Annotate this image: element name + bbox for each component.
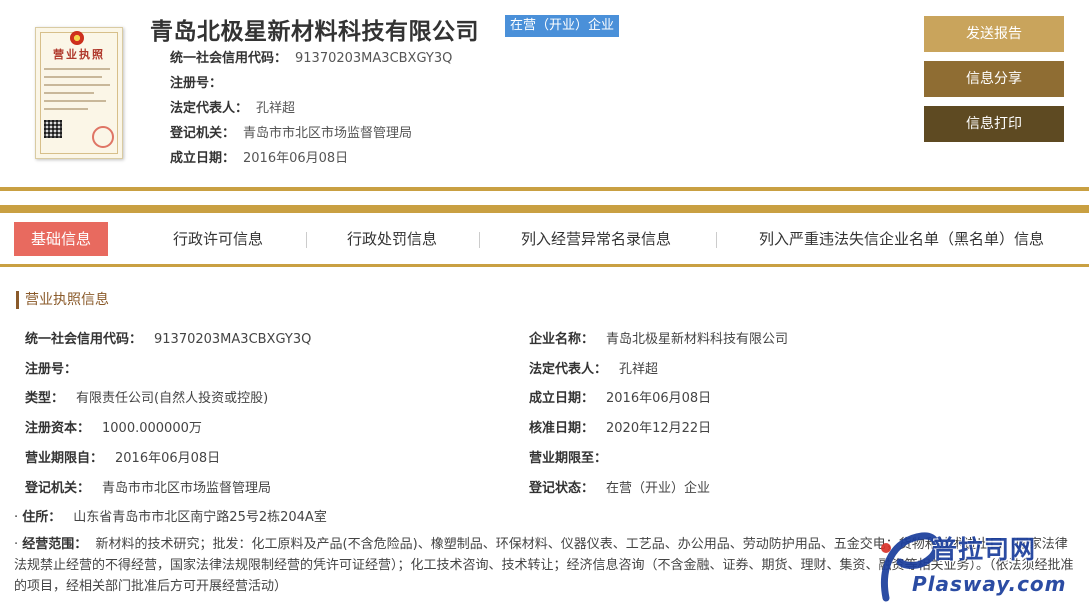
print-info-button[interactable]: 信息打印 [924,106,1064,142]
tabs-underline [0,264,1089,267]
header-credit-code-row: 统一社会信用代码： 91370203MA3CBXGY3Q [170,51,453,66]
field-term-from: 营业期限自： 2016年06月08日 [25,451,221,466]
header-legal-rep-row: 法定代表人： 孔祥超 [170,101,296,116]
watermark-url: Plasway.com [912,572,1067,596]
qr-code-icon [44,120,62,138]
license-thumbnail-title: 营业执照 [53,48,105,61]
tab-blacklist[interactable]: 列入严重违法失信企业名单（黑名单）信息 [759,222,1044,256]
header-reg-authority-row: 登记机关： 青岛市市北区市场监督管理局 [170,126,413,141]
header-reg-number-row: 注册号： [170,76,223,91]
company-header: 营业执照 青岛北极星新材料科技有限公司 在营（开业）企业 统一社会信用代码： 91… [0,0,1089,185]
tab-admin-penalty[interactable]: 行政处罚信息 [347,222,437,256]
watermark-logo-text: 普拉司网 [932,535,1037,564]
company-name: 青岛北极星新材料科技有限公司 [150,19,479,45]
header-established-row: 成立日期： 2016年06月08日 [170,151,349,166]
info-tabs: 基础信息 行政许可信息 行政处罚信息 列入经营异常名录信息 列入严重违法失信企业… [0,222,1089,258]
field-term-to: 营业期限至： [529,451,608,466]
bullet-icon: · [14,510,19,525]
divider [0,205,1089,213]
official-seal-icon [92,126,114,148]
divider [0,187,1089,191]
status-badge: 在营（开业）企业 [505,15,620,37]
field-company-type: 类型： 有限责任公司(自然人投资或控股) [25,391,269,406]
section-title: 营业执照信息 [16,291,109,309]
business-license-thumbnail[interactable]: 营业执照 [35,27,123,159]
field-reg-number: 注册号： [25,362,78,377]
field-credit-code: 统一社会信用代码： 91370203MA3CBXGY3Q [25,332,312,347]
field-company-name: 企业名称： 青岛北极星新材料科技有限公司 [529,332,789,347]
field-reg-authority: 登记机关： 青岛市市北区市场监督管理局 [25,481,272,496]
field-legal-rep: 法定代表人： 孔祥超 [529,362,659,377]
tab-abnormal-operation[interactable]: 列入经营异常名录信息 [521,222,671,256]
share-info-button[interactable]: 信息分享 [924,61,1064,97]
national-emblem-icon [70,31,84,45]
send-report-button[interactable]: 发送报告 [924,16,1064,52]
field-approval-date: 核准日期： 2020年12月22日 [529,421,712,436]
field-registered-capital: 注册资本： 1000.000000万 [25,421,202,436]
site-watermark: 普拉司网 Plasway.com [872,528,1086,608]
field-reg-status: 登记状态： 在营（开业）企业 [529,481,711,496]
tab-admin-license[interactable]: 行政许可信息 [173,222,263,256]
tab-basic-info[interactable]: 基础信息 [14,222,109,256]
field-address: · 住所： 山东省青岛市市北区南宁路25号2栋204A室 [14,510,327,525]
field-established-date: 成立日期： 2016年06月08日 [529,391,712,406]
